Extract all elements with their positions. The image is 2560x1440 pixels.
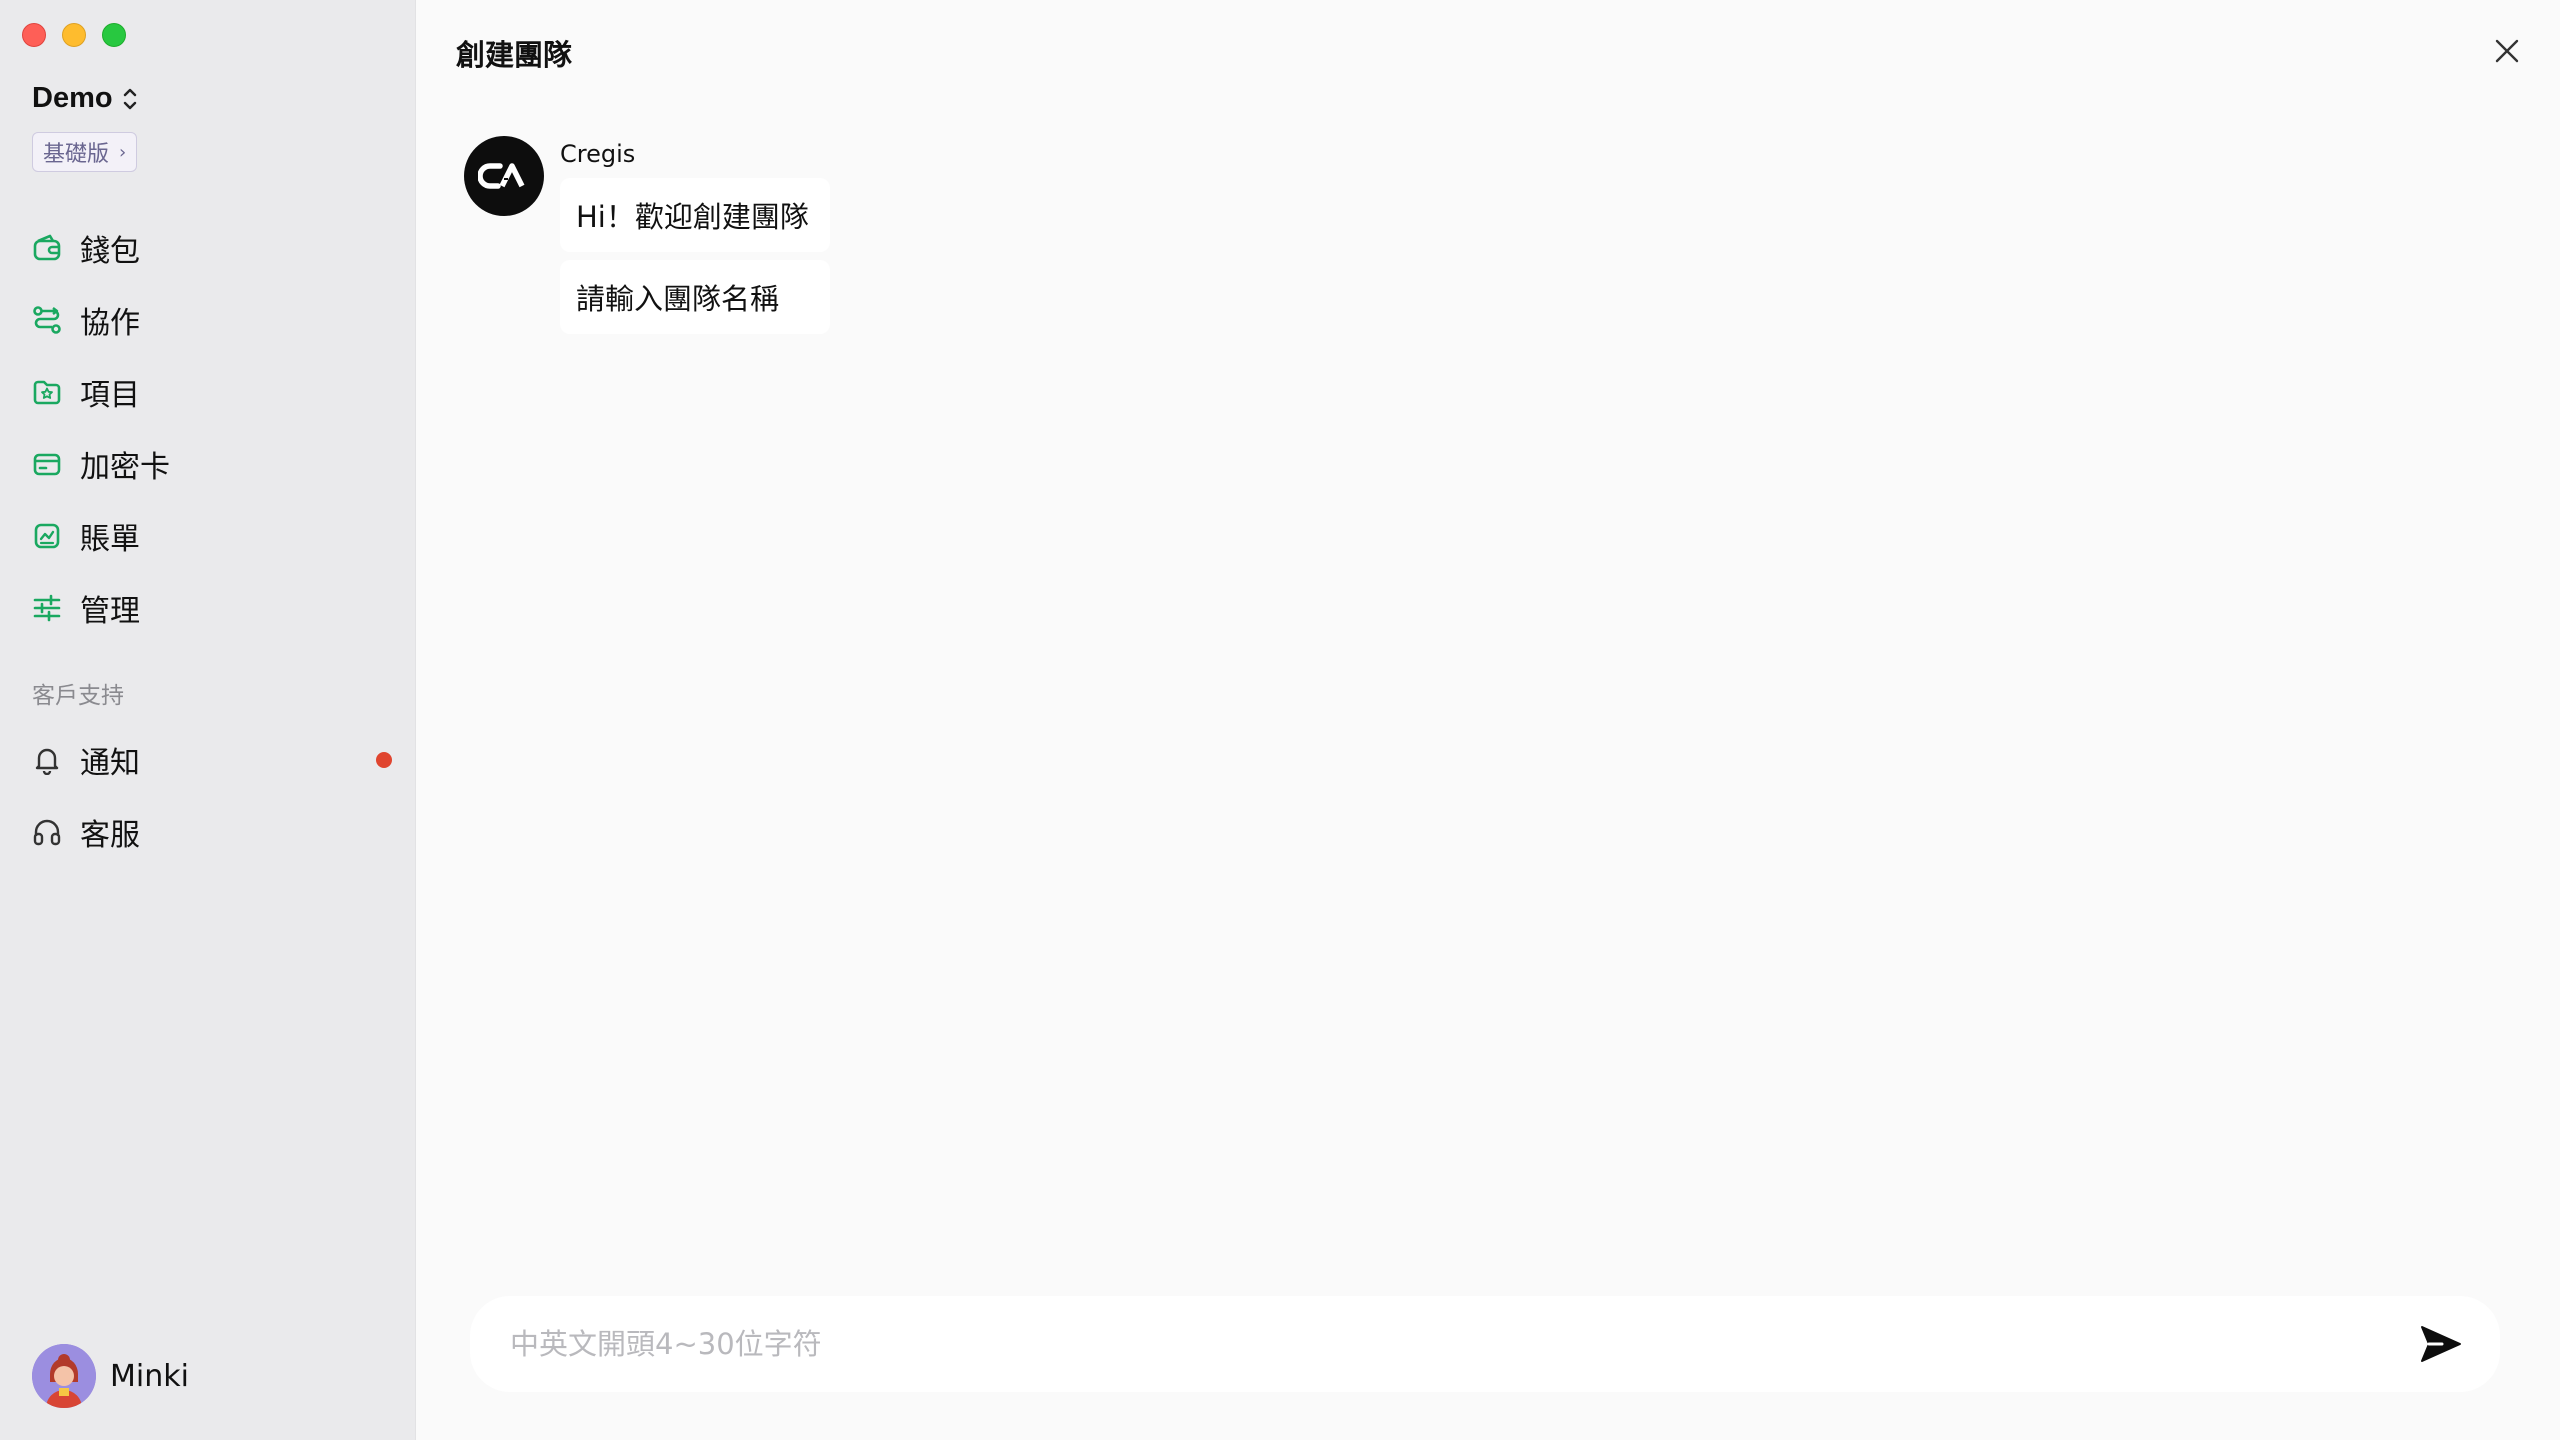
org-name: Demo xyxy=(32,82,113,114)
chevron-right-icon: › xyxy=(119,141,127,163)
project-icon xyxy=(33,380,61,405)
sidebar-item-label: 項目 xyxy=(80,378,140,413)
sidebar-item-support[interactable]: 客服 xyxy=(32,796,392,868)
chevron-up-down-icon xyxy=(123,88,136,109)
sidebar-item-bill[interactable]: 賬單 xyxy=(32,500,392,572)
sidebar-item-manage[interactable]: 管理 xyxy=(32,572,392,644)
message-bubble: Hi！歡迎創建團隊 xyxy=(560,178,830,252)
sidebar-item-label: 賬單 xyxy=(80,522,140,557)
page-title: 創建團隊 xyxy=(456,38,573,72)
sidebar-item-label: 錢包 xyxy=(80,234,140,269)
minimize-window-button[interactable] xyxy=(62,23,86,47)
sidebar: Demo 基礎版 › 錢包 協作 項目 加密卡 賬單 管理 客戶支持 通知 客服… xyxy=(0,0,416,1440)
headset-icon xyxy=(33,819,61,846)
sidebar-item-label: 客服 xyxy=(80,818,140,853)
sidebar-item-label: 通知 xyxy=(80,746,140,781)
zoom-window-button[interactable] xyxy=(102,23,126,47)
sidebar-item-label: 協作 xyxy=(80,306,140,341)
sidebar-item-notifications[interactable]: 通知 xyxy=(32,724,392,796)
message-body: Cregis Hi！歡迎創建團隊 請輸入團隊名稱 xyxy=(560,136,830,342)
close-icon[interactable] xyxy=(2492,36,2522,66)
unread-dot xyxy=(376,752,392,768)
sidebar-item-wallet[interactable]: 錢包 xyxy=(32,212,392,284)
sender-name: Cregis xyxy=(560,140,636,168)
user-avatar-icon xyxy=(32,1344,96,1408)
support-nav: 通知 客服 xyxy=(32,724,392,868)
bot-message-group: Cregis Hi！歡迎創建團隊 請輸入團隊名稱 xyxy=(464,136,830,342)
message-composer xyxy=(470,1296,2500,1392)
bell-icon xyxy=(35,748,59,775)
org-switcher[interactable]: Demo xyxy=(32,82,139,115)
plan-label: 基礎版 xyxy=(43,142,110,167)
window-controls xyxy=(22,23,126,47)
sidebar-item-label: 加密卡 xyxy=(80,450,170,485)
send-icon[interactable] xyxy=(2418,1321,2464,1367)
sidebar-item-card[interactable]: 加密卡 xyxy=(32,428,392,500)
sliders-icon xyxy=(33,594,61,622)
main-panel: 創建團隊 Cregis Hi！歡迎創建團隊 請輸入團隊名稱 xyxy=(416,0,2560,1440)
message-bubble: 請輸入團隊名稱 xyxy=(560,260,830,334)
support-section-label: 客戶支持 xyxy=(32,683,124,709)
avatar xyxy=(32,1344,96,1408)
bot-avatar xyxy=(464,136,544,216)
team-name-input[interactable] xyxy=(510,1327,2418,1361)
plan-badge[interactable]: 基礎版 › xyxy=(32,132,138,172)
cregis-logo-icon xyxy=(478,163,525,189)
sidebar-item-label: 管理 xyxy=(80,594,140,629)
user-name: Minki xyxy=(110,1358,189,1394)
close-window-button[interactable] xyxy=(22,23,46,47)
wallet-icon xyxy=(33,234,61,261)
app-window: Demo 基礎版 › 錢包 協作 項目 加密卡 賬單 管理 客戶支持 通知 客服… xyxy=(0,0,2560,1440)
bill-icon xyxy=(34,523,60,549)
card-icon xyxy=(33,453,61,476)
sidebar-item-project[interactable]: 項目 xyxy=(32,356,392,428)
sidebar-item-collaboration[interactable]: 協作 xyxy=(32,284,392,356)
collaboration-icon xyxy=(33,306,61,334)
sidebar-nav: 錢包 協作 項目 加密卡 賬單 管理 xyxy=(32,212,392,644)
user-profile[interactable]: Minki xyxy=(32,1344,189,1408)
message-bubbles: Hi！歡迎創建團隊 請輸入團隊名稱 xyxy=(560,178,830,342)
